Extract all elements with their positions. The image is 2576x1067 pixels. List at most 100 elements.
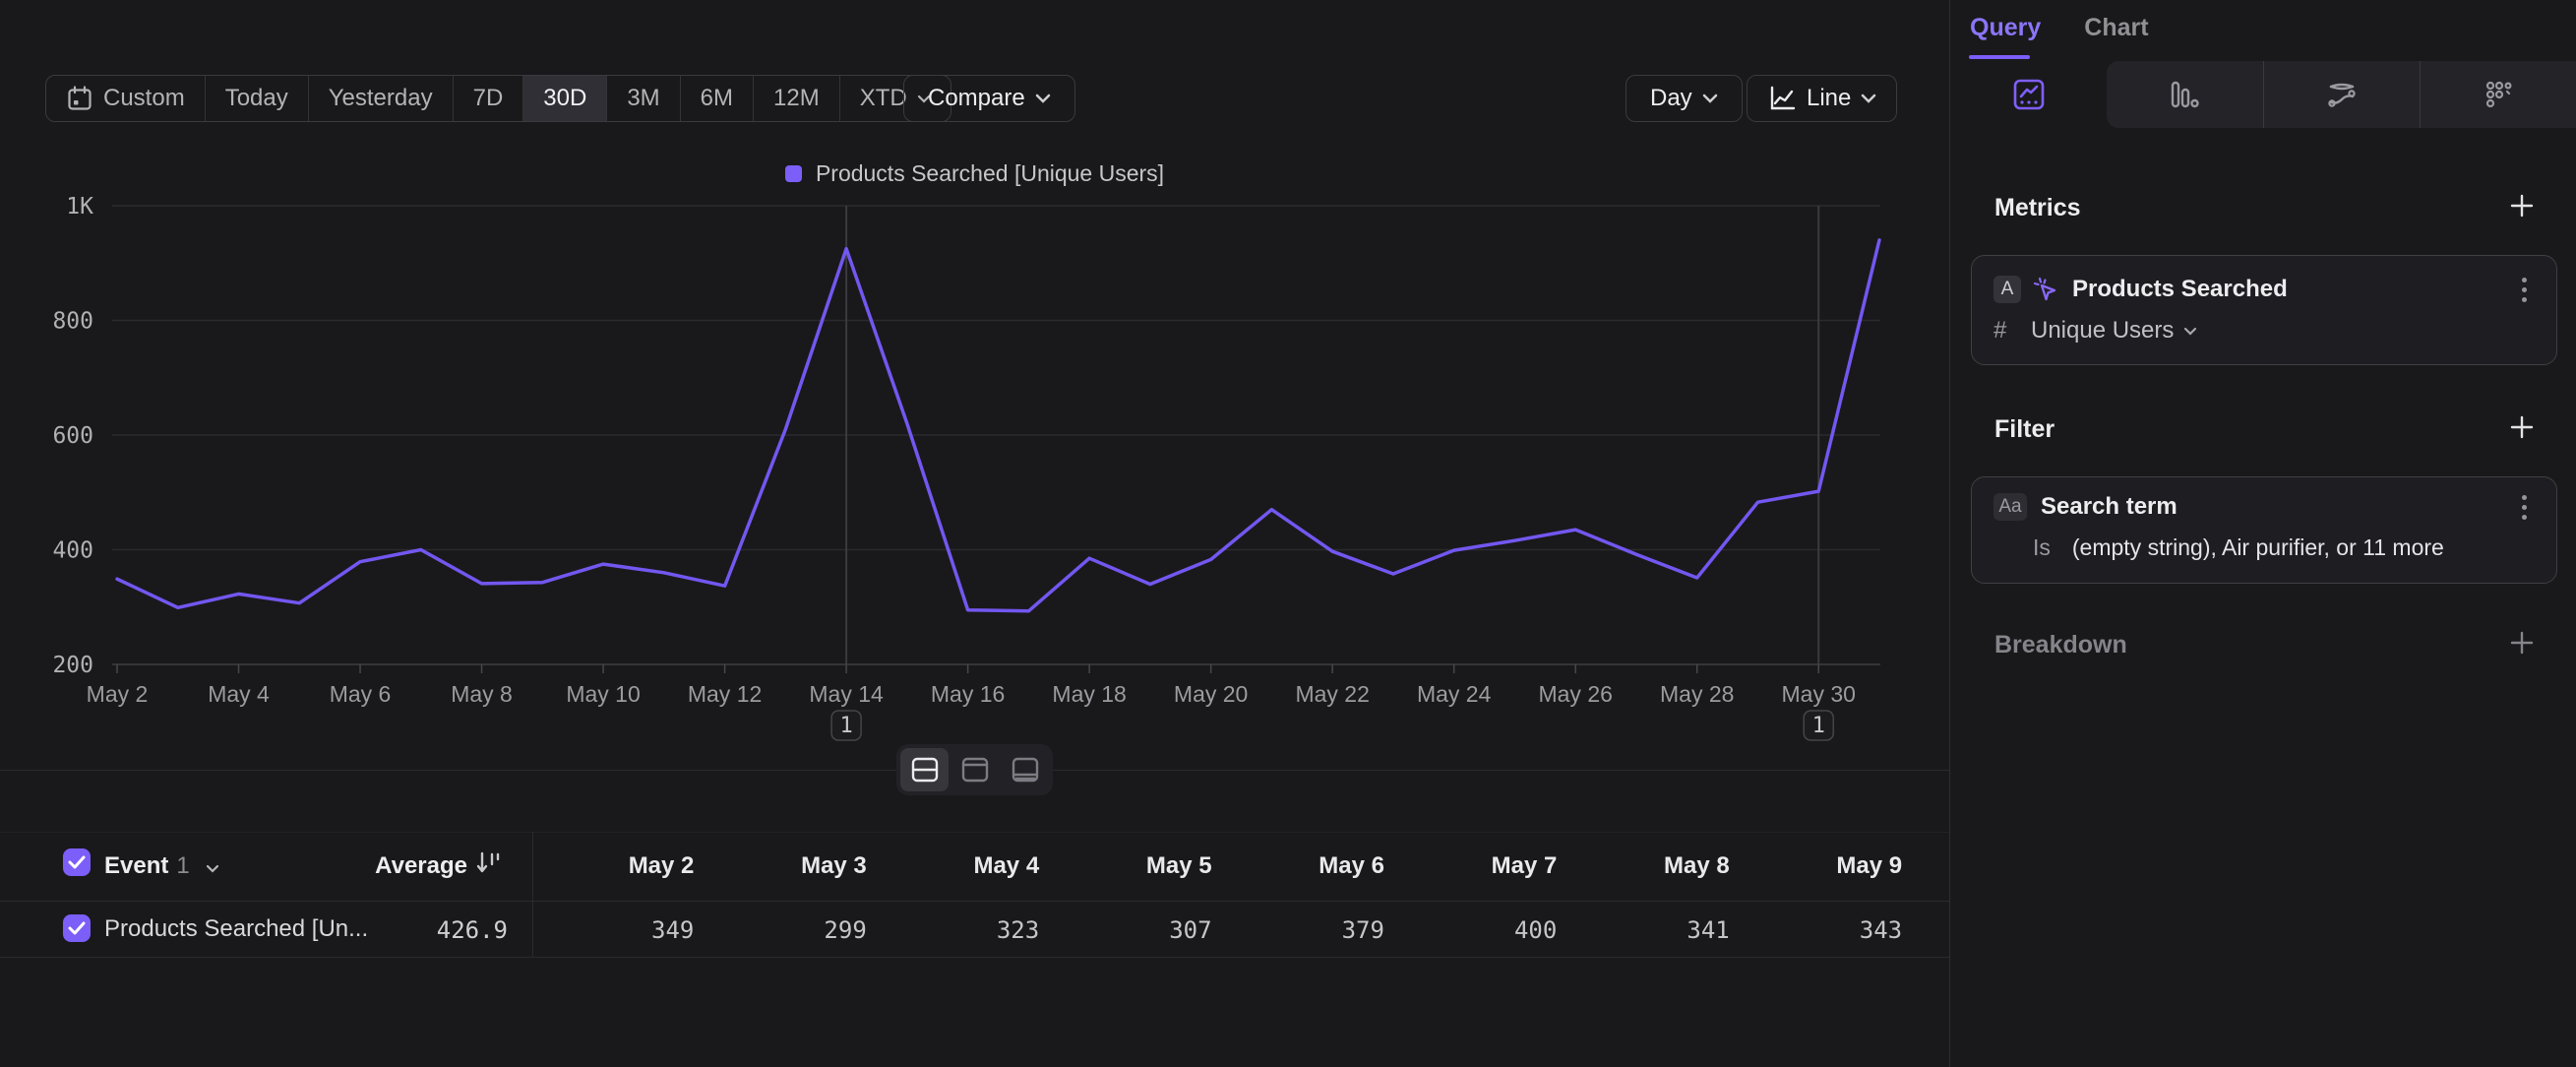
filter-operator[interactable]: Is — [2033, 534, 2051, 561]
svg-text:400: 400 — [52, 538, 93, 564]
row-values: 349299323307379400341343 — [521, 916, 1902, 944]
cell-value: 349 — [521, 916, 694, 944]
filter-card[interactable]: Aa Search term Is (empty string), Air pu… — [1971, 476, 2557, 584]
measure-selector[interactable]: Unique Users — [2031, 317, 2174, 345]
tab-funnels[interactable] — [2107, 61, 2263, 128]
cell-value: 307 — [1039, 916, 1211, 944]
event-count: 1 — [176, 852, 189, 879]
date-column-headers: May 2May 3May 4May 5May 6May 7May 8May 9 — [521, 852, 1902, 880]
svg-text:1K: 1K — [66, 194, 93, 220]
column-header-may-5: May 5 — [1039, 852, 1211, 880]
metrics-section-title: Metrics — [1994, 194, 2081, 222]
string-property-badge: Aa — [1993, 493, 2027, 521]
metric-letter-badge: A — [1993, 276, 2021, 303]
layout-table-only-button[interactable] — [1001, 748, 1049, 791]
svg-text:May 16: May 16 — [931, 681, 1005, 707]
cell-value: 323 — [867, 916, 1039, 944]
filter-menu-button[interactable] — [2518, 491, 2531, 524]
svg-text:May 10: May 10 — [566, 681, 640, 707]
column-header-may-7: May 7 — [1384, 852, 1557, 880]
event-column-header[interactable]: Event1 — [104, 852, 219, 880]
average-column-divider — [532, 832, 533, 957]
svg-text:May 4: May 4 — [208, 681, 270, 707]
table-row: Products Searched [Un... 426.9 349299323… — [0, 901, 1949, 957]
query-panel: Query Chart — [1949, 0, 2576, 1067]
layout-table-only-icon — [1011, 756, 1040, 784]
add-metric-button[interactable] — [2509, 193, 2535, 225]
sort-icon[interactable] — [474, 849, 502, 884]
row-checkbox[interactable] — [63, 914, 91, 942]
event-cursor-icon — [2031, 275, 2060, 304]
plus-icon — [2509, 193, 2535, 219]
svg-text:May 22: May 22 — [1295, 681, 1369, 707]
cell-value: 299 — [694, 916, 866, 944]
plus-icon — [2509, 630, 2535, 656]
check-icon — [68, 921, 86, 935]
layout-chart-only-button[interactable] — [951, 748, 999, 791]
metric-menu-button[interactable] — [2518, 274, 2531, 306]
column-header-may-9: May 9 — [1730, 852, 1902, 880]
tab-flows[interactable] — [2263, 61, 2421, 128]
metric-card[interactable]: A Products Searched # Unique Users — [1971, 255, 2557, 365]
column-header-may-8: May 8 — [1557, 852, 1729, 880]
svg-text:May 20: May 20 — [1174, 681, 1248, 707]
table-header-row: Event1 Average May 2May 3May 4May 5May 6… — [0, 832, 1949, 901]
svg-text:May 6: May 6 — [330, 681, 392, 707]
apps-grid-icon — [2483, 78, 2516, 111]
filter-property-name: Search term — [2041, 493, 2177, 521]
svg-text:May 26: May 26 — [1538, 681, 1612, 707]
flows-icon — [2324, 77, 2360, 112]
cell-value: 379 — [1212, 916, 1384, 944]
report-canvas: CustomTodayYesterday7D30D3M6M12MXTD Comp… — [0, 0, 1949, 1067]
svg-text:May 2: May 2 — [87, 681, 149, 707]
row-divider — [0, 957, 1949, 958]
layout-split-icon — [910, 756, 940, 784]
chevron-down-icon — [206, 864, 219, 873]
svg-text:May 18: May 18 — [1052, 681, 1126, 707]
tab-query[interactable]: Query — [1970, 14, 2041, 42]
check-icon — [68, 855, 86, 869]
svg-text:May 30: May 30 — [1782, 681, 1856, 707]
insights-icon — [2011, 77, 2047, 112]
cell-value: 341 — [1557, 916, 1729, 944]
svg-text:May 12: May 12 — [688, 681, 762, 707]
cell-value: 343 — [1730, 916, 1902, 944]
metric-name: Products Searched — [2072, 276, 2288, 303]
funnels-icon — [2168, 78, 2201, 111]
line-chart[interactable]: 200 400 600 800 1K May 2 May 4 May 6 May 8 May 10… — [0, 0, 1949, 748]
panel-tabs: Query Chart — [1970, 14, 2149, 42]
chevron-down-icon — [2183, 327, 2197, 336]
add-filter-button[interactable] — [2509, 414, 2535, 447]
row-average-value: 426.9 — [311, 916, 508, 944]
add-breakdown-button[interactable] — [2509, 630, 2535, 662]
svg-text:1: 1 — [1812, 714, 1825, 738]
tab-more-reports[interactable] — [2420, 61, 2576, 128]
filter-value[interactable]: (empty string), Air purifier, or 11 more — [2072, 534, 2444, 561]
svg-text:200: 200 — [52, 653, 93, 678]
cell-value: 400 — [1384, 916, 1557, 944]
report-type-tabs — [1950, 61, 2576, 128]
measure-prefix: # — [1993, 317, 2023, 345]
column-header-may-6: May 6 — [1212, 852, 1384, 880]
filter-section-title: Filter — [1994, 415, 2055, 444]
active-tab-underline — [1969, 55, 2030, 59]
svg-text:May 8: May 8 — [451, 681, 513, 707]
layout-split-button[interactable] — [900, 748, 949, 791]
column-header-may-4: May 4 — [867, 852, 1039, 880]
tab-insights[interactable] — [1950, 61, 2107, 128]
select-all-checkbox[interactable] — [63, 848, 91, 876]
inactive-report-tabs — [2107, 61, 2576, 128]
plus-icon — [2509, 414, 2535, 440]
svg-text:May 24: May 24 — [1417, 681, 1492, 707]
column-header-may-3: May 3 — [694, 852, 866, 880]
svg-text:May 28: May 28 — [1660, 681, 1734, 707]
tab-chart[interactable]: Chart — [2084, 14, 2148, 42]
svg-text:800: 800 — [52, 309, 93, 335]
svg-text:600: 600 — [52, 423, 93, 449]
layout-toggle-group — [896, 744, 1053, 795]
analytics-app: CustomTodayYesterday7D30D3M6M12MXTD Comp… — [0, 0, 2576, 1067]
breakdown-section-title: Breakdown — [1994, 631, 2127, 659]
svg-text:1: 1 — [839, 714, 852, 738]
layout-chart-only-icon — [960, 756, 990, 784]
average-column-header: Average — [246, 852, 467, 880]
